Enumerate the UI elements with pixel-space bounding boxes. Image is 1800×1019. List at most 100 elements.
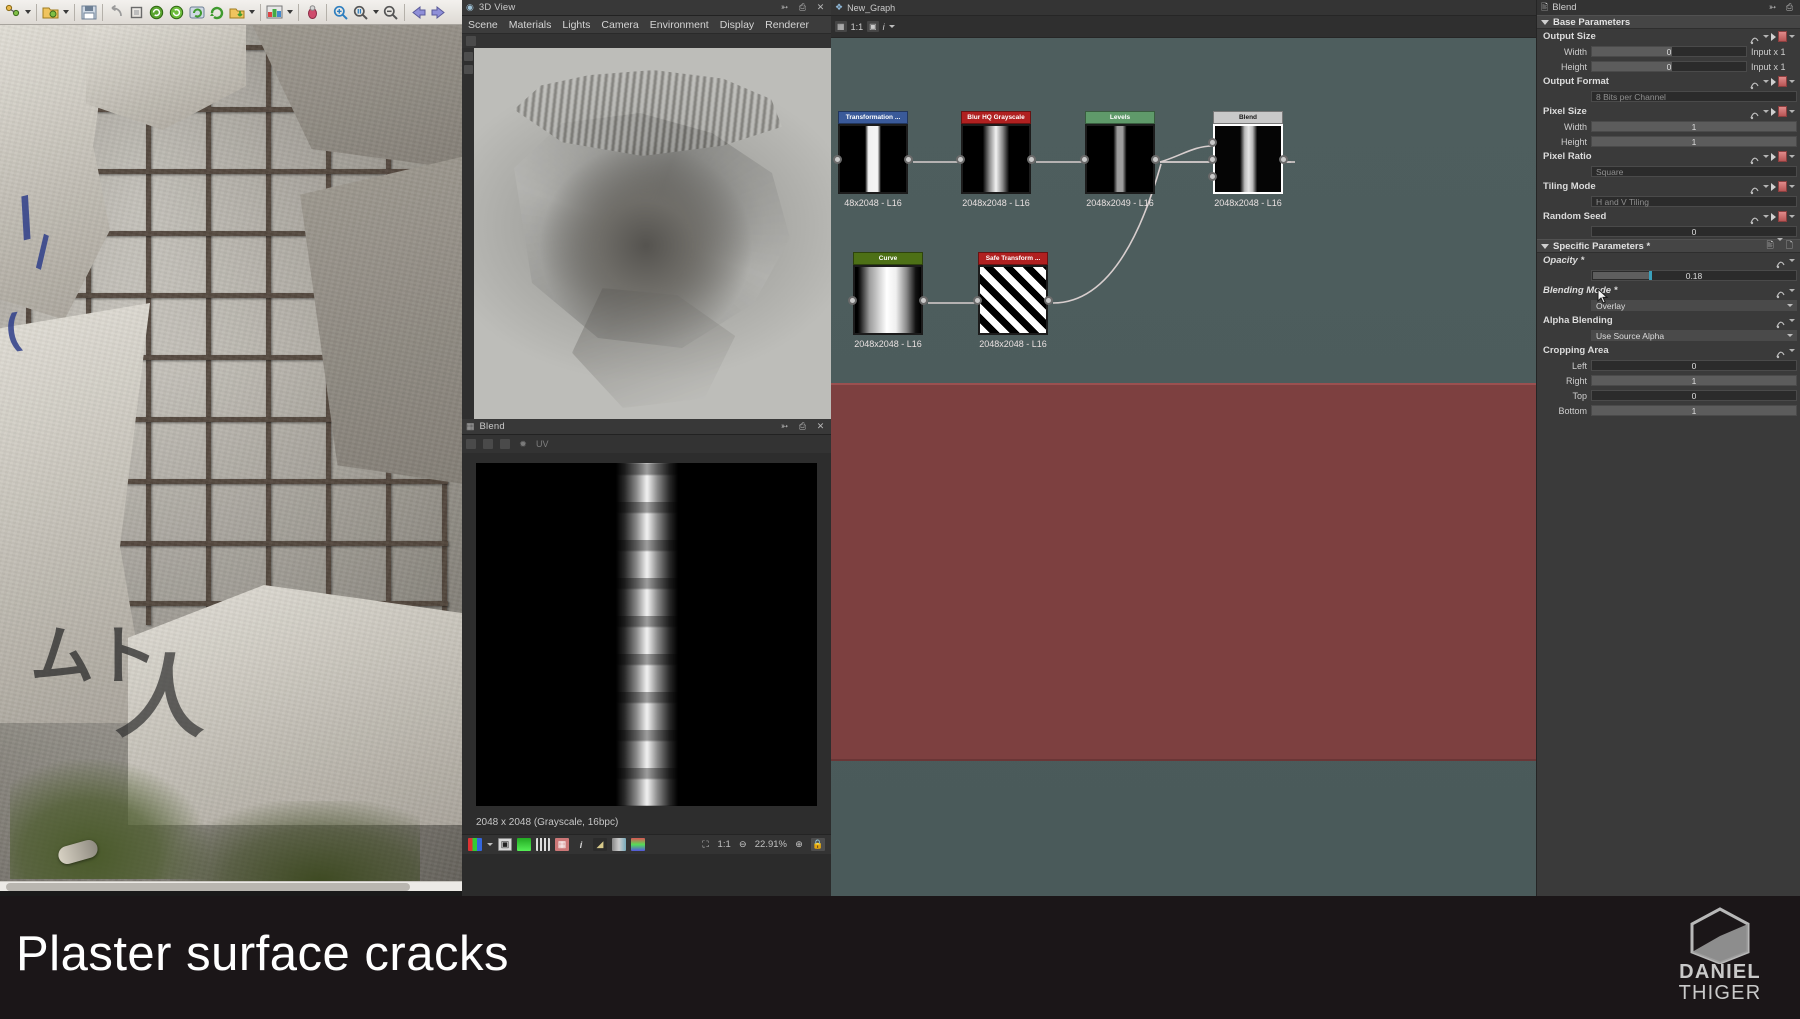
layout-icon[interactable]: ▦ xyxy=(835,21,847,32)
section-header-specific[interactable]: Specific Parameters *🖹🗋 xyxy=(1537,239,1800,253)
pin-icon[interactable]: ➳ xyxy=(778,2,791,14)
close-icon-2d[interactable]: ✕ xyxy=(814,421,827,433)
node-thumbnail-curve[interactable] xyxy=(853,265,923,335)
graph-node-blur_hq_grayscale[interactable]: Blur HQ Grayscale2048x2048 - L16 xyxy=(961,124,1031,194)
function-dropdown-icon[interactable] xyxy=(1789,289,1795,292)
node-output-port-blend[interactable] xyxy=(1279,155,1288,164)
param-readonly-field[interactable]: H and V Tiling xyxy=(1591,196,1797,207)
graph-node-blend[interactable]: Blend2048x2048 - L16 xyxy=(1213,124,1283,194)
menu-display[interactable]: Display xyxy=(720,19,754,31)
section-header-base[interactable]: Base Parameters xyxy=(1537,15,1800,29)
override-indicator[interactable] xyxy=(1778,31,1787,42)
recompute-icon[interactable] xyxy=(187,3,206,22)
disclosure-triangle-icon[interactable] xyxy=(1541,244,1549,249)
param-input[interactable]: 0 xyxy=(1591,360,1797,371)
param-combo[interactable]: Overlay xyxy=(1591,300,1797,311)
crop-icon[interactable] xyxy=(127,3,146,22)
node-thumbnail-safe_transform[interactable] xyxy=(978,265,1048,335)
graph-node-levels[interactable]: Levels2048x2049 - L16 xyxy=(1085,124,1155,194)
override-dropdown-icon[interactable] xyxy=(1789,215,1795,218)
publish-icon[interactable] xyxy=(265,3,284,22)
node-input-port-levels[interactable] xyxy=(1080,155,1089,164)
function-dropdown-icon[interactable] xyxy=(1763,155,1769,158)
param-slider[interactable]: 1 xyxy=(1591,375,1797,386)
function-dropdown-icon[interactable] xyxy=(1763,185,1769,188)
view3d-side-icon-2[interactable] xyxy=(464,65,473,74)
picture-icon[interactable] xyxy=(500,439,510,449)
graph-node-curve[interactable]: Curve2048x2048 - L16 xyxy=(853,265,923,335)
preset-icon[interactable]: 🖹 xyxy=(1767,238,1774,254)
nodes-icon[interactable] xyxy=(3,3,22,22)
inherit-icon[interactable] xyxy=(1771,33,1776,41)
inherit-icon[interactable] xyxy=(1771,153,1776,161)
node-output-port-levels[interactable] xyxy=(1151,155,1160,164)
function-dropdown-icon[interactable] xyxy=(1789,259,1795,262)
float-icon-params[interactable]: ⎙ xyxy=(1783,2,1796,14)
undo-icon[interactable] xyxy=(107,3,126,22)
export-icon[interactable] xyxy=(227,3,246,22)
zoom-in-button[interactable]: ⊕ xyxy=(792,838,806,851)
nav-forward-icon[interactable] xyxy=(429,3,448,22)
graph-canvas[interactable]: Transformation ...48x2048 - L16Blur HQ G… xyxy=(831,38,1536,896)
param-combo[interactable]: Use Source Alpha xyxy=(1591,330,1797,341)
function-graph-icon[interactable] xyxy=(1750,77,1761,86)
function-graph-icon[interactable] xyxy=(1776,346,1787,355)
photo-scroll-thumb[interactable] xyxy=(6,883,410,891)
function-graph-icon[interactable] xyxy=(1750,107,1761,116)
function-dropdown-icon[interactable] xyxy=(1763,215,1769,218)
view3d-side-icon-1[interactable] xyxy=(464,52,473,61)
chevron-down-icon-5[interactable] xyxy=(371,3,380,22)
param-input[interactable]: 0 xyxy=(1591,226,1797,237)
grid-icon[interactable] xyxy=(536,838,550,851)
node-input-port-transformation[interactable] xyxy=(833,155,842,164)
override-indicator[interactable] xyxy=(1778,151,1787,162)
graph-image-icon[interactable]: ▣ xyxy=(867,21,879,32)
nav-back-icon[interactable] xyxy=(409,3,428,22)
channels-icon[interactable] xyxy=(466,439,476,449)
function-graph-icon[interactable] xyxy=(1776,286,1787,295)
green-channel-icon[interactable] xyxy=(517,838,531,851)
disclosure-triangle-icon[interactable] xyxy=(1541,20,1549,25)
gradient-icon[interactable] xyxy=(612,838,626,851)
view2d-viewport[interactable]: 2048 x 2048 (Grayscale, 16bpc) ▣ ▦ i ◢ ⛶… xyxy=(462,453,831,854)
info-icon[interactable]: i xyxy=(574,838,588,851)
param-slider[interactable]: 0 xyxy=(1591,46,1747,57)
param-readonly-field[interactable]: 8 Bits per Channel xyxy=(1591,91,1797,102)
function-dropdown-icon[interactable] xyxy=(1763,80,1769,83)
override-dropdown-icon[interactable] xyxy=(1789,155,1795,158)
sample-icon[interactable]: ✹ xyxy=(517,439,529,449)
color-icon[interactable] xyxy=(631,838,645,851)
override-dropdown-icon[interactable] xyxy=(1789,80,1795,83)
node-input-port-b-blend[interactable] xyxy=(1208,138,1217,147)
param-slider[interactable]: 1 xyxy=(1591,121,1797,132)
open-package-icon[interactable] xyxy=(41,3,60,22)
param-slider[interactable]: 0 xyxy=(1591,61,1747,72)
float-icon-2d[interactable]: ⎙ xyxy=(796,421,809,433)
zoom-in-icon[interactable] xyxy=(331,3,350,22)
node-thumbnail-transformation[interactable] xyxy=(838,124,908,194)
chevron-down-icon-3[interactable] xyxy=(247,3,256,22)
param-readonly-field[interactable]: Square xyxy=(1591,166,1797,177)
inherit-icon[interactable] xyxy=(1771,78,1776,86)
opacity-slider[interactable]: 0.18 xyxy=(1591,270,1797,281)
node-thumbnail-blur_hq_grayscale[interactable] xyxy=(961,124,1031,194)
menu-materials[interactable]: Materials xyxy=(509,19,552,31)
node-input-port-curve[interactable] xyxy=(848,296,857,305)
menu-lights[interactable]: Lights xyxy=(562,19,590,31)
inherit-icon[interactable] xyxy=(1771,183,1776,191)
float-icon[interactable]: ⎙ xyxy=(796,2,809,14)
photo-horizontal-scrollbar[interactable] xyxy=(0,881,462,891)
preset-dropdown-icon[interactable] xyxy=(1777,238,1783,241)
pin-icon-2d[interactable]: ➳ xyxy=(778,421,791,433)
function-graph-icon[interactable] xyxy=(1750,152,1761,161)
inherit-icon[interactable] xyxy=(1771,213,1776,221)
chevron-down-icon-graph[interactable] xyxy=(889,25,895,28)
chevron-down-icon-statusbar[interactable] xyxy=(487,843,493,846)
node-thumbnail-levels[interactable] xyxy=(1085,124,1155,194)
lock-icon[interactable]: 🔒 xyxy=(811,838,825,851)
inherit-icon[interactable] xyxy=(1771,108,1776,116)
override-dropdown-icon[interactable] xyxy=(1789,110,1795,113)
chevron-down-icon-1[interactable] xyxy=(23,3,32,22)
function-graph-icon[interactable] xyxy=(1750,32,1761,41)
override-indicator[interactable] xyxy=(1778,76,1787,87)
